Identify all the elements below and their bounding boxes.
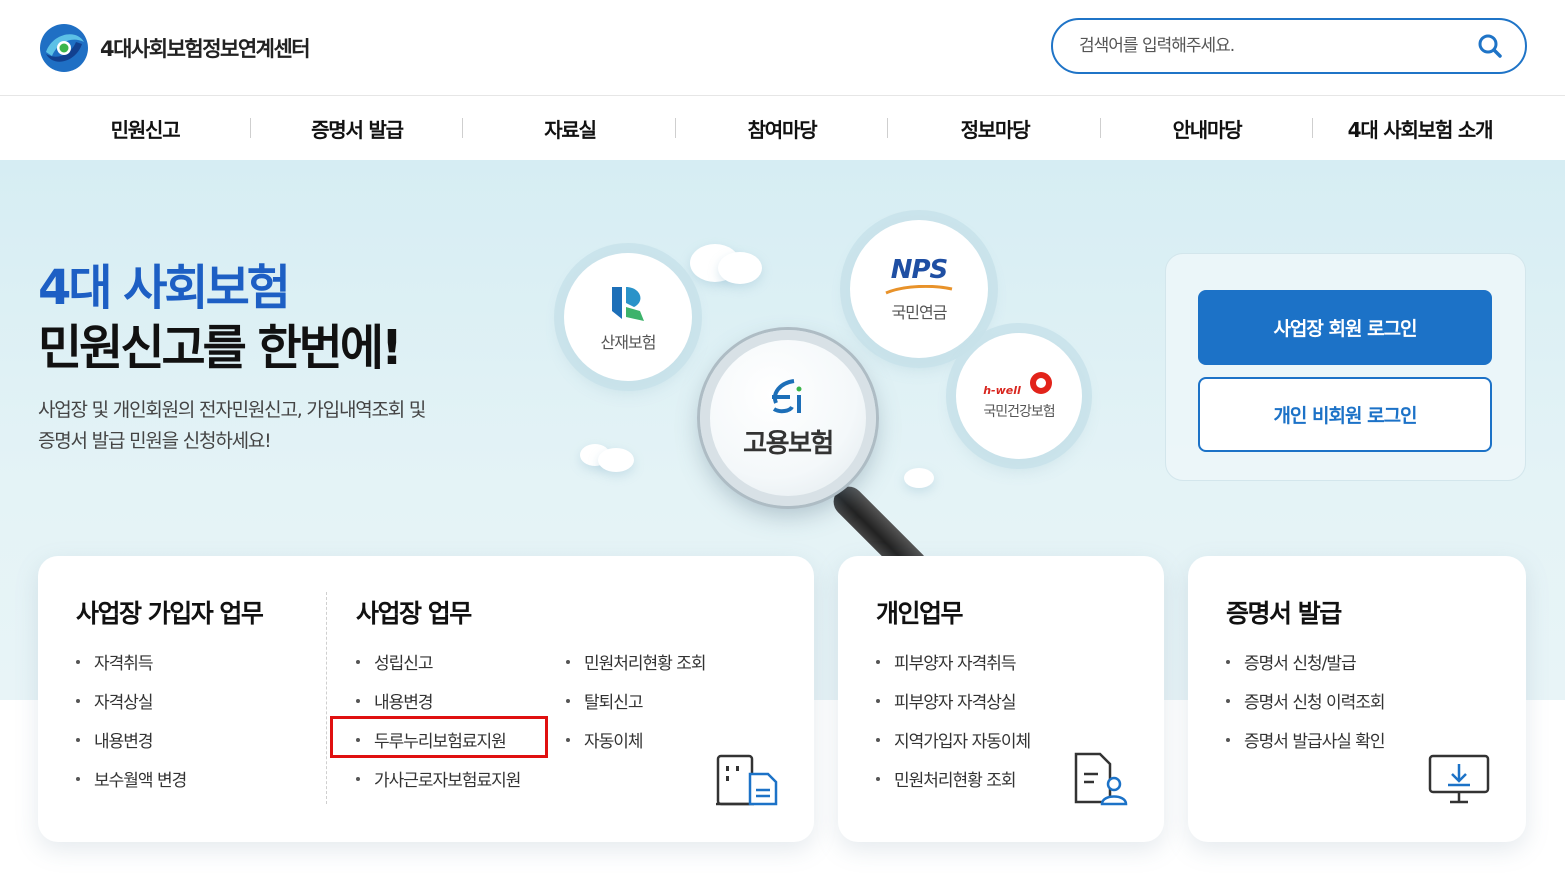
certificate-title: 증명서 발급 (1226, 599, 1342, 628)
national-pension-label: 국민연금 (891, 303, 948, 322)
nav-item-certificate[interactable]: 증명서 발급 (257, 96, 457, 161)
cloud-decoration (718, 252, 762, 284)
list-item[interactable]: 증명서 발급사실 확인 (1226, 720, 1386, 759)
business-login-button[interactable]: 사업장 회원 로그인 (1198, 290, 1492, 365)
nav-item-archive[interactable]: 자료실 (470, 96, 670, 161)
logo-text: 4대사회보험정보연계센터 (100, 37, 311, 61)
list-item[interactable]: 내용변경 (356, 681, 520, 720)
search-input[interactable] (1079, 36, 1475, 56)
employment-insurance-label: 고용보험 (743, 428, 834, 459)
health-insurance-label: 국민건강보험 (983, 404, 1055, 420)
card-divider (326, 592, 327, 804)
personal-title: 개인업무 (876, 599, 964, 628)
nav-separator (1312, 118, 1313, 138)
nav-item-civil-report[interactable]: 민원신고 (45, 96, 245, 161)
business-title: 사업장 업무 (356, 599, 472, 628)
industrial-insurance-label: 산재보험 (600, 333, 657, 352)
list-item[interactable]: 자격취득 (76, 642, 186, 681)
employment-insurance-badge: 고용보험 (700, 330, 876, 506)
header: 4대사회보험정보연계센터 (0, 0, 1565, 95)
list-item[interactable]: 내용변경 (76, 720, 186, 759)
list-item[interactable]: 가사근로자보험료지원 (356, 759, 521, 798)
site-logo[interactable]: 4대사회보험정보연계센터 (38, 22, 311, 74)
main-nav: 민원신고 증명서 발급 자료실 참여마당 정보마당 안내마당 4대 사회보험 소… (0, 95, 1565, 160)
list-item[interactable]: 지역가입자 자동이체 (876, 720, 1031, 759)
list-item[interactable]: 피부양자 자격상실 (876, 681, 1030, 720)
list-item[interactable]: 증명서 신청/발급 (1226, 642, 1385, 681)
list-item[interactable]: 민원처리현황 조회 (876, 759, 1030, 798)
business-member-title: 사업장 가입자 업무 (76, 599, 264, 628)
list-item[interactable]: 자동이체 (566, 720, 706, 759)
business-list-col2: 민원처리현황 조회 탈퇴신고 자동이체 (566, 642, 707, 759)
industrial-insurance-badge: 산재보험 (564, 253, 692, 381)
list-item[interactable]: 탈퇴신고 (566, 681, 706, 720)
nps-swoosh-icon (885, 285, 953, 295)
highlight-box (330, 716, 548, 758)
list-item[interactable]: 보수월액 변경 (76, 759, 187, 798)
national-pension-badge: NPS 국민연금 (850, 220, 988, 358)
search-box (1051, 18, 1527, 74)
nav-separator (675, 118, 676, 138)
nav-separator (887, 118, 888, 138)
list-item[interactable]: 자격상실 (76, 681, 186, 720)
health-logo-text: h-well (983, 384, 1021, 397)
employment-insurance-logo-icon (772, 378, 802, 413)
nav-item-about[interactable]: 4대 사회보험 소개 (1320, 96, 1520, 161)
list-item[interactable]: 민원처리현황 조회 (566, 642, 707, 681)
business-member-list: 자격취득 자격상실 내용변경 보수월액 변경 (76, 642, 187, 798)
personal-login-button[interactable]: 개인 비회원 로그인 (1198, 377, 1492, 452)
nav-separator (462, 118, 463, 138)
nps-logo-text: NPS (890, 255, 949, 285)
industrial-insurance-logo-icon (612, 287, 644, 321)
person-document-icon (1074, 752, 1128, 806)
cloud-decoration (598, 448, 634, 472)
nav-item-guide[interactable]: 안내마당 (1107, 96, 1307, 161)
building-document-icon (716, 754, 778, 806)
search-button[interactable] (1475, 31, 1505, 61)
hero-description-line2: 증명서 발급 민원을 신청하세요! (38, 430, 272, 452)
health-insurance-badge: h-well 국민건강보험 (956, 333, 1082, 459)
certificate-list: 증명서 신청/발급 증명서 신청 이력조회 증명서 발급사실 확인 (1226, 642, 1386, 759)
list-item[interactable]: 증명서 신청 이력조회 (1226, 681, 1386, 720)
logo-mark-icon (40, 24, 88, 72)
nav-separator (1100, 118, 1101, 138)
health-heart-icon (1029, 372, 1052, 394)
hero-title-line2: 민원신고를 한번에! (38, 320, 403, 376)
nav-item-participation[interactable]: 참여마당 (682, 96, 882, 161)
personal-list: 피부양자 자격취득 피부양자 자격상실 지역가입자 자동이체 민원처리현황 조회 (876, 642, 1031, 798)
list-item[interactable]: 성립신고 (356, 642, 520, 681)
monitor-download-icon (1428, 754, 1490, 804)
nav-separator (250, 118, 251, 138)
nav-item-information[interactable]: 정보마당 (895, 96, 1095, 161)
cloud-decoration (904, 468, 934, 488)
search-icon (1478, 34, 1502, 58)
list-item[interactable]: 피부양자 자격취득 (876, 642, 1030, 681)
hero-description-line1: 사업장 및 개인회원의 전자민원신고, 가입내역조회 및 (38, 399, 426, 421)
